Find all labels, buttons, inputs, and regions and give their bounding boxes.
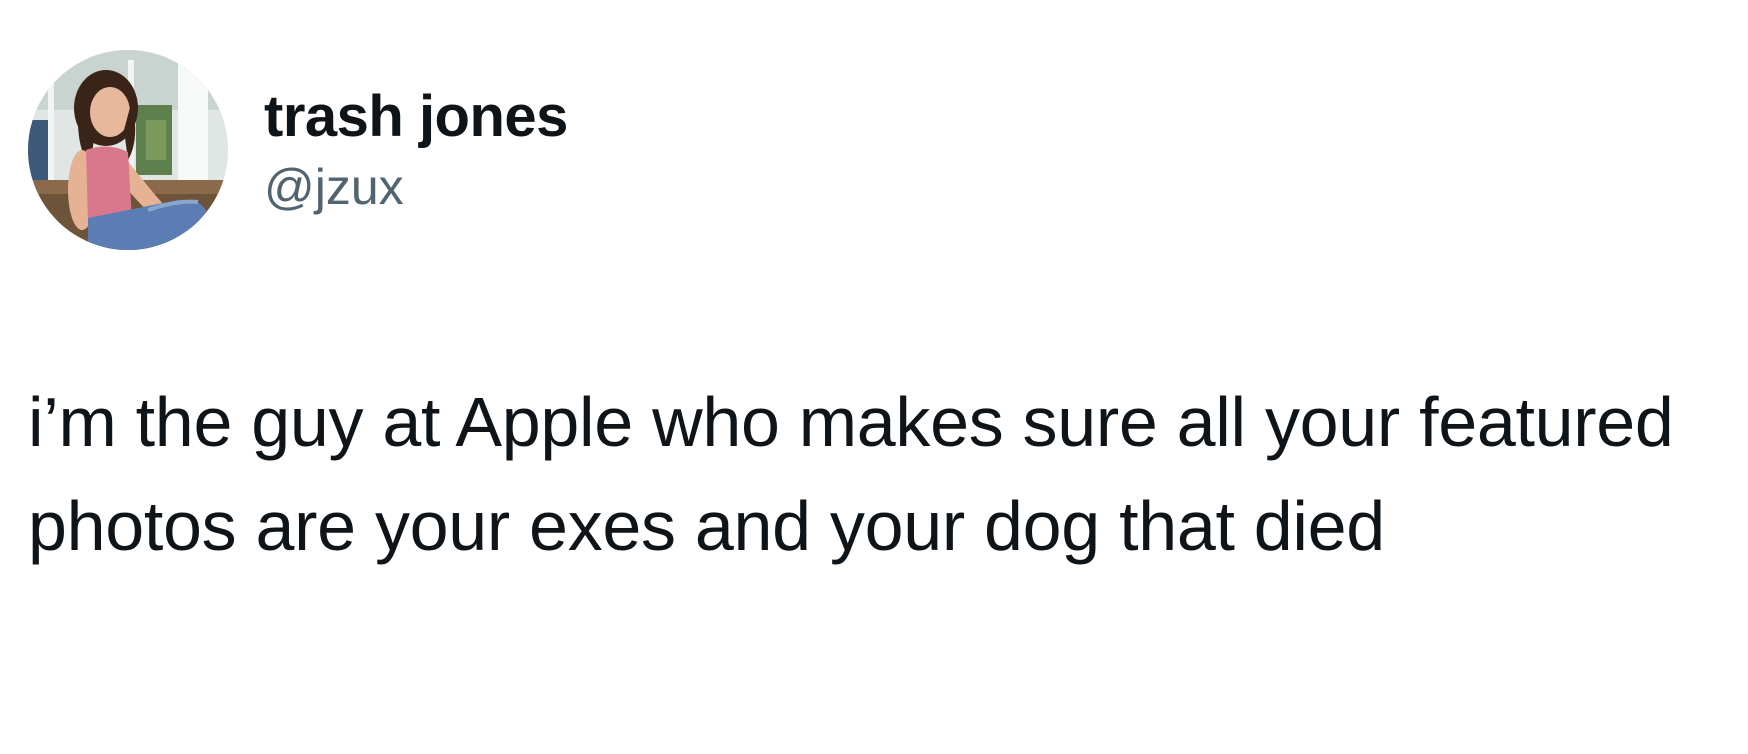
tweet-card: trash jones @jzux i’m the guy at Apple w… xyxy=(0,0,1748,754)
author-names: trash jones @jzux xyxy=(264,81,568,219)
tweet-header: trash jones @jzux xyxy=(28,50,568,250)
display-name[interactable]: trash jones xyxy=(264,81,568,153)
tweet-text: i’m the guy at Apple who makes sure all … xyxy=(28,383,1693,565)
user-handle[interactable]: @jzux xyxy=(264,155,568,219)
avatar[interactable] xyxy=(28,50,228,250)
profile-photo-icon xyxy=(28,50,228,250)
